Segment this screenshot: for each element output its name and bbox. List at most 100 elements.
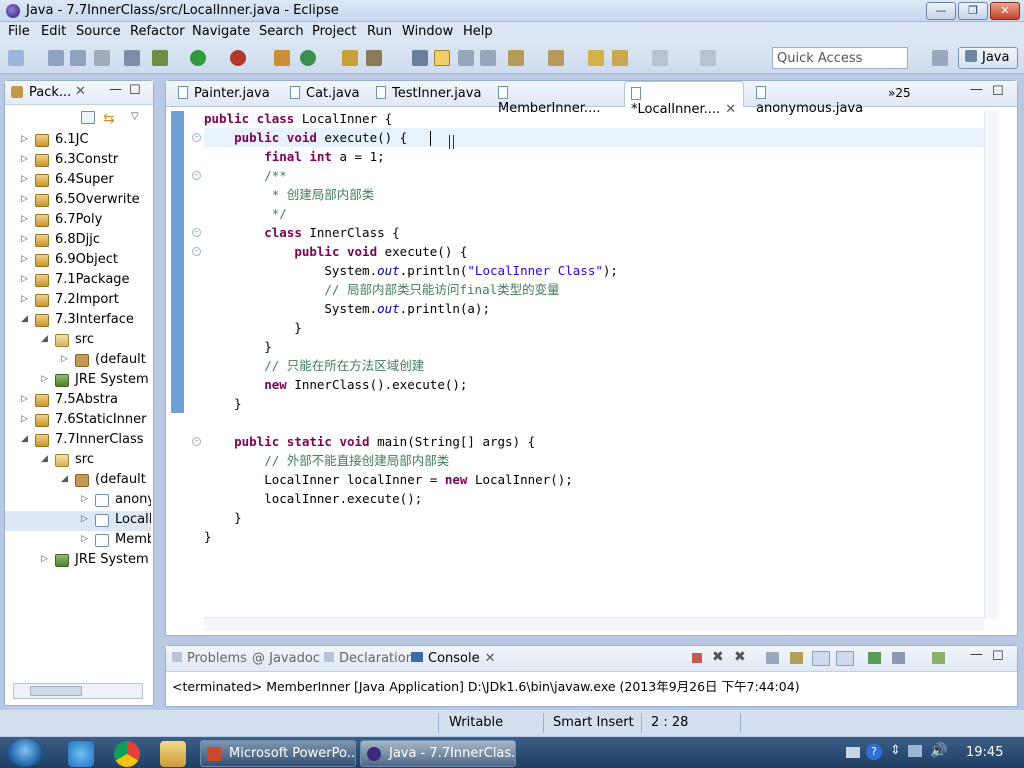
external-tools-icon[interactable] <box>230 50 246 66</box>
tab-overflow[interactable]: »25 <box>888 81 920 107</box>
collapse-all-icon[interactable] <box>81 111 95 124</box>
network-icon[interactable] <box>908 745 922 757</box>
close-console-icon[interactable]: ✕ <box>485 651 496 666</box>
search-icon[interactable] <box>366 50 382 66</box>
mark-occurrences-icon[interactable] <box>434 50 450 66</box>
code-line[interactable]: localInner.execute(); <box>204 489 422 508</box>
expanded-arrow-icon[interactable]: ◢ <box>61 474 68 484</box>
tab-memberinner[interactable]: MemberInner.... <box>492 81 616 116</box>
collapsed-arrow-icon[interactable]: ▷ <box>81 514 88 524</box>
toggle-icon[interactable] <box>124 50 140 66</box>
collapsed-arrow-icon[interactable]: ▷ <box>41 554 48 564</box>
menu-search[interactable]: Search <box>259 24 304 39</box>
tab-painter[interactable]: Painter.java <box>172 81 280 107</box>
tab-testinner[interactable]: TestInner.java <box>370 81 482 107</box>
tree-item[interactable]: ◢ (default p <box>5 471 151 491</box>
show-on-error-icon[interactable] <box>836 651 854 666</box>
run-icon[interactable] <box>190 50 206 66</box>
taskbar-clock[interactable]: 19:45 <box>966 745 1003 760</box>
help-icon[interactable]: ? <box>866 744 882 760</box>
collapsed-arrow-icon[interactable]: ▷ <box>21 214 28 224</box>
expanded-arrow-icon[interactable]: ◢ <box>21 314 28 324</box>
tree-item[interactable]: ▷ 7.6StaticInner <box>5 411 151 431</box>
tree-item[interactable]: ▷ Memb <box>5 531 151 551</box>
minimize-console-icon[interactable]: — <box>970 647 983 662</box>
tree-item[interactable]: ▷ LocalI <box>5 511 151 531</box>
tree-item[interactable]: ▷ 6.9Object <box>5 251 151 271</box>
forward-icon[interactable] <box>652 50 668 66</box>
tab-declaration[interactable]: Declaration <box>324 651 414 666</box>
code-line[interactable]: */ <box>204 204 287 223</box>
collapsed-arrow-icon[interactable]: ▷ <box>21 154 28 164</box>
tree-item[interactable]: ▷ 7.2Import <box>5 291 151 311</box>
remove-all-icon[interactable]: ✖ <box>734 649 746 665</box>
menu-file[interactable]: File <box>8 24 30 39</box>
open-console-icon[interactable] <box>932 652 945 664</box>
show-whitespace-icon[interactable] <box>480 50 496 66</box>
code-line[interactable]: /** <box>204 166 287 185</box>
code-line[interactable]: System.out.println(a); <box>204 299 490 318</box>
collapsed-arrow-icon[interactable]: ▷ <box>21 134 28 144</box>
print-icon[interactable] <box>94 50 110 66</box>
collapsed-arrow-icon[interactable]: ▷ <box>81 494 88 504</box>
menu-project[interactable]: Project <box>312 24 356 39</box>
tree-item[interactable]: ▷ 7.5Abstra <box>5 391 151 411</box>
next-annotation-icon[interactable] <box>508 50 524 66</box>
horizontal-scrollbar[interactable] <box>13 683 143 699</box>
fold-icon[interactable]: – <box>192 171 201 180</box>
back-icon[interactable] <box>612 50 628 66</box>
volume-icon[interactable]: 🔊 <box>930 743 947 759</box>
menu-edit[interactable]: Edit <box>41 24 66 39</box>
code-line[interactable]: public void execute() { <box>204 128 407 147</box>
code-line[interactable]: } <box>204 394 242 413</box>
code-line[interactable]: System.out.println("LocalInner Class"); <box>204 261 618 280</box>
new-class-icon[interactable] <box>300 50 316 66</box>
save-all-icon[interactable] <box>70 50 86 66</box>
clear-console-icon[interactable] <box>766 652 779 664</box>
open-type-icon[interactable] <box>342 50 358 66</box>
fold-icon[interactable]: – <box>192 228 201 237</box>
editor-vertical-scrollbar[interactable] <box>984 111 998 619</box>
collapsed-arrow-icon[interactable]: ▷ <box>81 534 88 544</box>
show-on-output-icon[interactable] <box>812 651 830 666</box>
debug-icon[interactable] <box>152 50 168 66</box>
collapsed-arrow-icon[interactable]: ▷ <box>21 294 28 304</box>
collapsed-arrow-icon[interactable]: ▷ <box>21 194 28 204</box>
tree-item[interactable]: ▷ 6.1JC <box>5 131 151 151</box>
internet-explorer-icon[interactable] <box>68 741 94 767</box>
collapsed-arrow-icon[interactable]: ▷ <box>41 374 48 384</box>
fold-icon[interactable]: – <box>192 133 201 142</box>
tab-console[interactable]: Console ✕ <box>411 651 496 666</box>
tab-cat[interactable]: Cat.java <box>284 81 362 107</box>
code-line[interactable]: // 外部不能直接创建局部内部类 <box>204 451 449 470</box>
keyboard-icon[interactable] <box>846 747 860 758</box>
code-line[interactable]: public class LocalInner { <box>204 109 392 128</box>
menu-navigate[interactable]: Navigate <box>192 24 250 39</box>
tab-localinner[interactable]: *LocalInner.... ✕ <box>624 81 744 117</box>
tree-item[interactable]: ◢ src <box>5 451 151 471</box>
code-line[interactable]: final int a = 1; <box>204 147 384 166</box>
scrollbar-thumb[interactable] <box>30 686 82 696</box>
quick-access-input[interactable]: Quick Access <box>772 47 908 69</box>
new-icon[interactable] <box>8 50 24 66</box>
tree-item[interactable]: ▷ 7.1Package <box>5 271 151 291</box>
expanded-arrow-icon[interactable]: ◢ <box>41 454 48 464</box>
new-package-icon[interactable] <box>274 50 290 66</box>
collapsed-arrow-icon[interactable]: ▷ <box>21 254 28 264</box>
tree-item[interactable]: ▷ (default p <box>5 351 151 371</box>
tree-item[interactable]: ▷ 6.5Overwrite <box>5 191 151 211</box>
link-with-editor-icon[interactable]: ⇆ <box>103 111 115 127</box>
taskbar-powerpoint[interactable]: Microsoft PowerPo... <box>200 740 356 767</box>
code-line[interactable]: LocalInner localInner = new LocalInner()… <box>204 470 573 489</box>
code-line[interactable]: new InnerClass().execute(); <box>204 375 467 394</box>
tray-overflow-icon[interactable]: ⇕ <box>890 743 901 758</box>
prev-annotation-icon[interactable] <box>548 50 564 66</box>
pin-console-icon[interactable] <box>868 652 881 664</box>
java-perspective-button[interactable]: Java <box>958 47 1018 69</box>
tree-item[interactable]: ◢ 7.3Interface <box>5 311 151 331</box>
tree-item[interactable]: ▷ 6.7Poly <box>5 211 151 231</box>
code-line[interactable]: class InnerClass { <box>204 223 399 242</box>
tree-item[interactable]: ▷ anony <box>5 491 151 511</box>
code-line[interactable]: } <box>204 318 302 337</box>
save-icon[interactable] <box>48 50 64 66</box>
